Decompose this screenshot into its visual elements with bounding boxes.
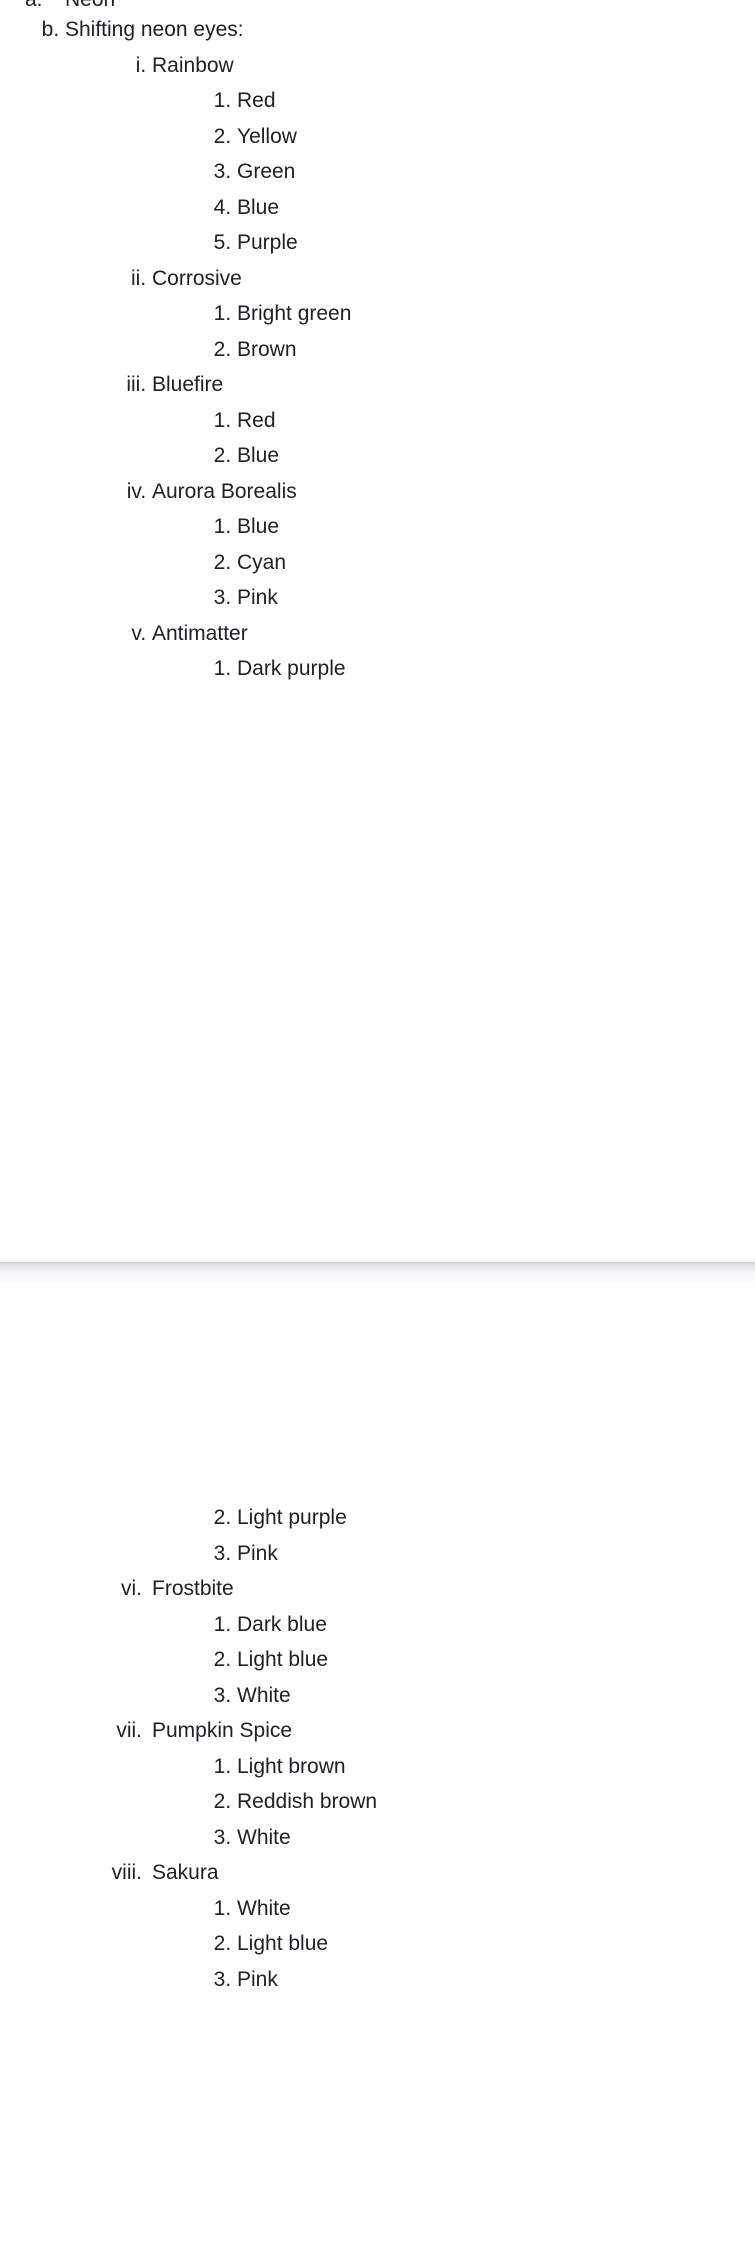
outline-level-alpha: Shifting neon eyes: Rainbow Red Yellow G… — [0, 0, 524, 687]
color-label: Light purple — [237, 1506, 347, 1529]
list-item-variant-rainbow[interactable]: Rainbow Red Yellow Green Blue Purple — [152, 48, 524, 261]
outline-level-numeric: Bright green Brown — [152, 296, 524, 367]
color-label: Red — [237, 89, 276, 112]
list-item-color[interactable]: Blue — [237, 509, 524, 545]
outline-level-numeric: Blue Cyan Pink — [152, 509, 524, 616]
outline-level-numeric: Light purple Pink — [152, 1500, 524, 1571]
list-item-color[interactable]: Brown — [237, 332, 524, 368]
clipped-previous-line: a. Neon — [0, 0, 524, 8]
list-marker-roman: viii. — [111, 1861, 142, 1884]
list-item-color[interactable]: Light blue — [237, 1926, 524, 1962]
color-label: Pink — [237, 1967, 278, 1991]
color-label: Blue — [237, 195, 280, 219]
color-label: Light brown — [237, 1754, 346, 1778]
color-label: Light blue — [237, 1648, 329, 1671]
color-label: Light blue — [237, 1932, 329, 1955]
list-item-color[interactable]: White — [237, 1891, 524, 1927]
list-item-variant-sakura[interactable]: viii. Sakura White Light blue Pink — [112, 1855, 524, 1998]
color-label: White — [237, 1683, 291, 1707]
list-item-variant-antimatter[interactable]: Antimatter Dark purple — [152, 616, 524, 687]
color-label: Blue — [237, 515, 280, 538]
outline-level-roman: Rainbow Red Yellow Green Blue Purple Cor… — [65, 48, 524, 687]
outline-level-numeric: Red Blue — [152, 403, 524, 474]
color-label: Reddish brown — [237, 1790, 378, 1813]
color-label: Cyan — [237, 550, 287, 574]
outline-level-numeric: Dark blue Light blue White — [152, 1607, 524, 1714]
list-item-color[interactable]: Yellow — [237, 119, 524, 155]
variant-name: Bluefire — [152, 373, 224, 396]
list-item-color[interactable]: Light brown — [237, 1749, 524, 1785]
list-item-color[interactable]: White — [237, 1678, 524, 1714]
list-item-color[interactable]: Dark blue — [237, 1607, 524, 1643]
list-item-color[interactable]: White — [237, 1820, 524, 1856]
color-label: White — [237, 1896, 291, 1920]
list-item-variant-antimatter-continued: Light purple Pink — [152, 1500, 524, 1571]
color-label: Red — [237, 408, 276, 432]
variant-name: Frostbite — [152, 1577, 234, 1600]
variant-name: Aurora Borealis — [152, 479, 297, 503]
page-2-right-gutter — [524, 1283, 755, 2260]
list-item-variant-corrosive[interactable]: Corrosive Bright green Brown — [152, 261, 524, 368]
list-item-neon: a. Neon — [25, 0, 524, 8]
document-viewer[interactable]: a. Neon Shifting neon eyes: Rainbow Red … — [0, 0, 755, 2260]
list-item-variant-frostbite[interactable]: vi. Frostbite Dark blue Light blue White — [121, 1571, 524, 1714]
list-item-variant-aurora-borealis[interactable]: Aurora Borealis Blue Cyan Pink — [152, 474, 524, 616]
outline-level-roman-continued: Light purple Pink vi. Frostbite Dark blu… — [65, 1500, 524, 1997]
list-item-label: Neon — [65, 0, 115, 8]
color-label: White — [237, 1825, 291, 1849]
list-item-shifting-neon-eyes-continued: Light purple Pink vi. Frostbite Dark blu… — [65, 1500, 524, 1997]
outline-level-numeric: Dark purple — [152, 651, 524, 687]
variant-name: Corrosive — [152, 266, 242, 290]
outline-level-numeric: White Light blue Pink — [152, 1891, 524, 1998]
color-label: Bright green — [237, 302, 352, 325]
variant-name: Pumpkin Spice — [152, 1719, 293, 1742]
list-item-color[interactable]: Light purple — [237, 1500, 524, 1536]
list-marker-roman: vi. — [121, 1577, 142, 1600]
list-item-color[interactable]: Blue — [237, 438, 524, 474]
list-item-color[interactable]: Reddish brown — [237, 1784, 524, 1820]
list-marker-a: a. — [25, 0, 43, 8]
document-page-2: Light purple Pink vi. Frostbite Dark blu… — [0, 1283, 524, 2260]
color-label: Brown — [237, 337, 297, 361]
color-label: Pink — [237, 586, 278, 609]
list-marker-roman: vii. — [116, 1719, 142, 1742]
color-label: Dark blue — [237, 1612, 327, 1636]
list-item-shifting-neon-eyes[interactable]: Shifting neon eyes: Rainbow Red Yellow G… — [65, 12, 524, 687]
color-label: Dark purple — [237, 657, 346, 680]
outline-level-numeric: Red Yellow Green Blue Purple — [152, 83, 524, 261]
variant-name: Rainbow — [152, 53, 234, 77]
color-label: Blue — [237, 444, 280, 467]
list-item-color[interactable]: Green — [237, 154, 524, 190]
variant-name: Sakura — [152, 1861, 219, 1884]
list-item-color[interactable]: Dark purple — [237, 651, 524, 687]
color-label: Pink — [237, 1541, 278, 1565]
list-item-color[interactable]: Pink — [237, 580, 524, 616]
section-heading-label: Shifting neon eyes: — [65, 18, 244, 41]
color-label: Yellow — [237, 124, 297, 148]
list-item-color[interactable]: Blue — [237, 190, 524, 226]
page-1-right-gutter — [524, 0, 755, 1262]
list-item-color[interactable]: Light blue — [237, 1642, 524, 1678]
outline-level-alpha-continued: Light purple Pink vi. Frostbite Dark blu… — [0, 1499, 524, 1997]
outline-level-numeric: Light brown Reddish brown White — [152, 1749, 524, 1856]
list-item-color[interactable]: Pink — [237, 1962, 524, 1998]
list-item-color[interactable]: Bright green — [237, 296, 524, 332]
list-item-color[interactable]: Red — [237, 83, 524, 119]
list-item-variant-bluefire[interactable]: Bluefire Red Blue — [152, 367, 524, 474]
variant-name: Antimatter — [152, 621, 248, 645]
color-label: Purple — [237, 231, 298, 254]
list-item-color[interactable]: Red — [237, 403, 524, 439]
page-2-top-margin — [0, 1283, 524, 1499]
color-label: Green — [237, 160, 296, 183]
list-item-color[interactable]: Purple — [237, 225, 524, 261]
page-break-divider — [0, 1262, 755, 1283]
list-item-color[interactable]: Cyan — [237, 545, 524, 581]
document-page-1: a. Neon Shifting neon eyes: Rainbow Red … — [0, 0, 524, 1262]
list-item-variant-pumpkin-spice[interactable]: vii. Pumpkin Spice Light brown Reddish b… — [116, 1713, 524, 1856]
list-item-color[interactable]: Pink — [237, 1536, 524, 1572]
